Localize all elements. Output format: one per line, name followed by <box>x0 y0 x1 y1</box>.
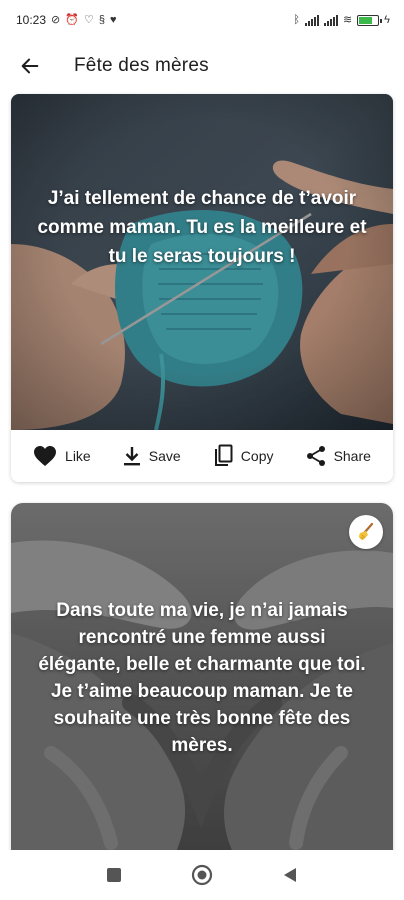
save-label: Save <box>148 448 181 464</box>
app-bar: Fête des mères <box>0 40 404 92</box>
quote-card[interactable]: J’ai tellement de chance de t’avoir comm… <box>11 94 393 482</box>
signal-icon-2 <box>323 14 338 26</box>
copy-button[interactable]: Copy <box>213 444 274 468</box>
page-title: Fête des mères <box>74 55 209 76</box>
app-notification-icon: ♡ <box>83 13 94 26</box>
share-icon <box>306 446 325 466</box>
alarm-icon: ⏰ <box>65 13 79 26</box>
heart-icon <box>34 446 57 466</box>
copy-icon <box>214 444 233 466</box>
status-right: ᛒ ≋ ϟ <box>293 13 390 26</box>
copy-label: Copy <box>240 448 274 464</box>
quote-text: J’ai tellement de chance de t’avoir comm… <box>37 188 367 267</box>
quote-card[interactable]: Dans toute ma vie, je n’ai jamais rencon… <box>11 503 393 863</box>
recents-button[interactable] <box>94 855 134 895</box>
home-button[interactable] <box>182 855 222 895</box>
action-row: Like Save Copy Share <box>11 430 393 482</box>
battery-icon <box>357 14 383 26</box>
charging-icon: ϟ <box>384 13 390 26</box>
back-triangle-icon <box>284 868 296 882</box>
status-time: 10:23 <box>16 13 47 27</box>
quote-text: Dans toute ma vie, je n’ai jamais rencon… <box>38 600 366 756</box>
broom-icon <box>359 522 374 540</box>
recents-square-icon <box>107 868 121 882</box>
download-icon <box>123 447 140 466</box>
status-bar: 10:23 ⊘ ⏰ ♡ § ♥ ᛒ ≋ ϟ <box>0 0 404 40</box>
bluetooth-icon: ᛒ <box>293 13 300 26</box>
share-button[interactable]: Share <box>306 445 371 467</box>
save-button[interactable]: Save <box>123 446 181 466</box>
like-button[interactable]: Like <box>33 445 91 467</box>
arrow-left-icon <box>21 58 39 74</box>
home-circle-icon <box>191 864 213 886</box>
system-back-button[interactable] <box>270 855 310 895</box>
back-button[interactable] <box>16 52 44 80</box>
wifi-icon: ≋ <box>342 13 353 26</box>
signal-icon <box>304 14 319 26</box>
badge-button[interactable] <box>349 515 383 549</box>
system-nav-bar <box>0 850 404 900</box>
app-notification-icon-2: § <box>98 13 105 26</box>
status-left: 10:23 ⊘ ⏰ ♡ § ♥ <box>16 13 116 27</box>
app-notification-icon-3: ♥ <box>109 13 117 26</box>
like-label: Like <box>65 448 91 464</box>
mute-icon: ⊘ <box>51 13 61 26</box>
share-label: Share <box>333 448 371 464</box>
